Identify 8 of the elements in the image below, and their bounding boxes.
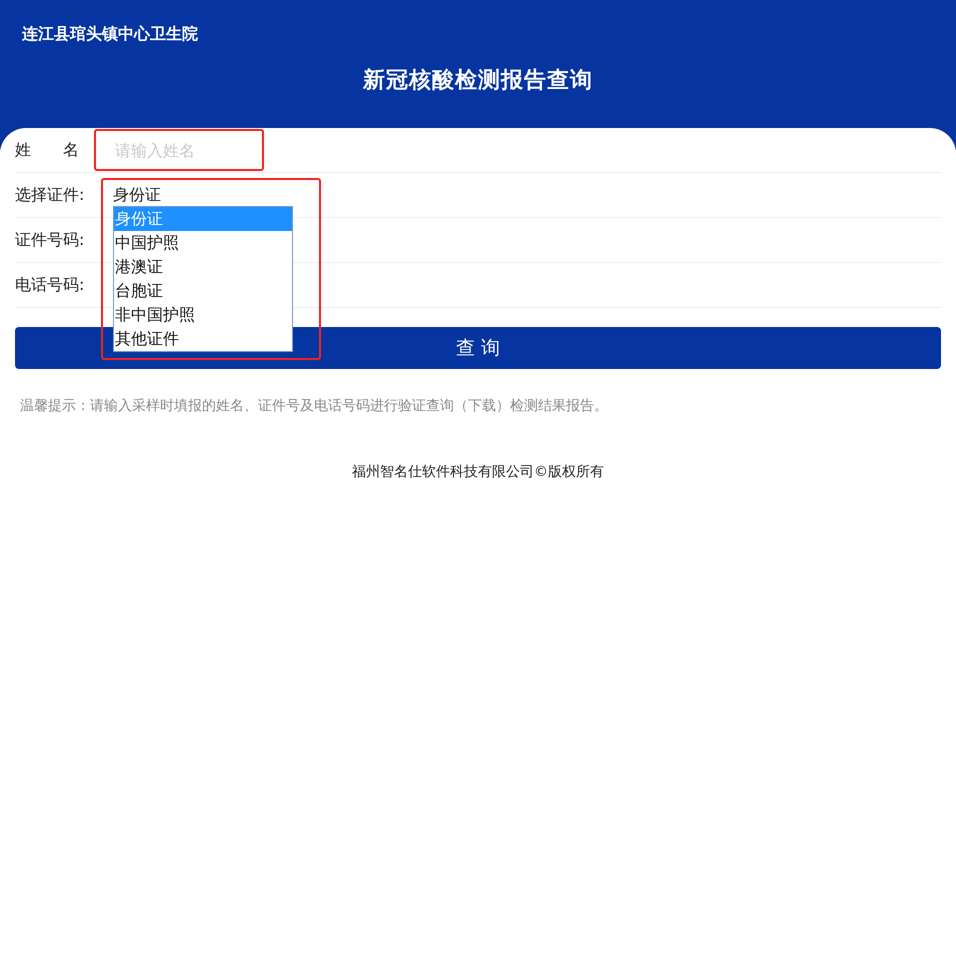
field-label: 姓 名 — [15, 140, 80, 160]
org-name: 连江县琯头镇中心卫生院 — [22, 24, 199, 45]
field-label: 证件号码: — [15, 230, 86, 250]
page-title: 新冠核酸检测报告查询 — [362, 67, 594, 95]
hint-text: 温馨提示：请输入采样时填报的姓名、证件号及电话号码进行验证查询（下载）检测结果报告。 — [20, 397, 609, 415]
field-label: 选择证件: — [15, 184, 86, 206]
field-label: 电话号码: — [15, 274, 86, 296]
copyright-text: 福州智名仕软件科技有限公司©版权所有 — [351, 463, 605, 481]
